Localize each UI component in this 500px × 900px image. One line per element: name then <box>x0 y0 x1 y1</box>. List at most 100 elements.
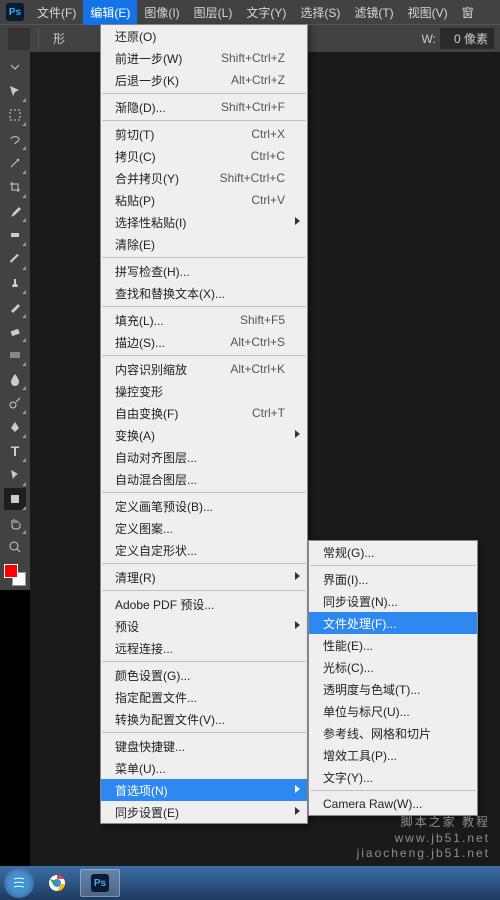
menu-select[interactable]: 选择(S) <box>293 0 347 25</box>
path-select-tool[interactable] <box>4 464 26 486</box>
edit-menu-item[interactable]: 定义画笔预设(B)... <box>101 495 307 517</box>
submenu-arrow-icon <box>293 216 301 226</box>
edit-menu-item[interactable]: 变换(A) <box>101 424 307 446</box>
width-label: W: <box>422 32 436 46</box>
edit-menu-item[interactable]: Adobe PDF 预设... <box>101 593 307 615</box>
menu-item-label: 同步设置(N)... <box>323 593 398 610</box>
edit-menu-item[interactable]: 查找和替换文本(X)... <box>101 282 307 304</box>
menu-separator <box>102 661 306 662</box>
edit-menu-item[interactable]: 清除(E) <box>101 233 307 255</box>
menu-filter[interactable]: 滤镜(T) <box>347 0 400 25</box>
menu-window[interactable]: 窗 <box>455 0 481 25</box>
menu-separator <box>102 563 306 564</box>
hand-tool[interactable] <box>4 512 26 534</box>
edit-menu-item[interactable]: 键盘快捷键... <box>101 735 307 757</box>
type-tool[interactable]: T <box>4 440 26 462</box>
prefs-menu-item[interactable]: 文字(Y)... <box>309 766 477 788</box>
prefs-menu-item[interactable]: Camera Raw(W)... <box>309 793 477 815</box>
menu-file[interactable]: 文件(F) <box>30 0 83 25</box>
menu-shortcut: Ctrl+T <box>252 406 285 420</box>
menu-item-label: 预设 <box>115 618 139 635</box>
edit-menu-item[interactable]: 粘贴(P)Ctrl+V <box>101 189 307 211</box>
start-button[interactable] <box>4 868 34 898</box>
taskbar: Ps <box>0 866 500 900</box>
expand-icon[interactable] <box>4 56 26 78</box>
edit-menu-item[interactable]: 同步设置(E) <box>101 801 307 823</box>
edit-menu-item[interactable]: 还原(O) <box>101 25 307 47</box>
prefs-menu-item[interactable]: 界面(I)... <box>309 568 477 590</box>
prefs-menu-item[interactable]: 单位与标尺(U)... <box>309 700 477 722</box>
edit-menu-item[interactable]: 定义自定形状... <box>101 539 307 561</box>
edit-menu-item[interactable]: 渐隐(D)...Shift+Ctrl+F <box>101 96 307 118</box>
color-swatch[interactable] <box>4 564 26 586</box>
edit-menu-item[interactable]: 转换为配置文件(V)... <box>101 708 307 730</box>
eyedropper-tool[interactable] <box>4 200 26 222</box>
prefs-menu-item[interactable]: 性能(E)... <box>309 634 477 656</box>
width-input[interactable]: 0 像素 <box>440 28 494 49</box>
edit-menu-item[interactable]: 内容识别缩放Alt+Ctrl+K <box>101 358 307 380</box>
zoom-tool[interactable] <box>4 536 26 558</box>
gradient-tool[interactable] <box>4 344 26 366</box>
prefs-menu-item[interactable]: 参考线、网格和切片 <box>309 722 477 744</box>
menu-separator <box>102 732 306 733</box>
edit-menu-item[interactable]: 指定配置文件... <box>101 686 307 708</box>
menu-view[interactable]: 视图(V) <box>401 0 455 25</box>
blur-tool[interactable] <box>4 368 26 390</box>
taskbar-chrome[interactable] <box>37 869 77 897</box>
edit-menu-item[interactable]: 颜色设置(G)... <box>101 664 307 686</box>
menu-shortcut: Shift+Ctrl+C <box>220 171 285 185</box>
edit-menu-item[interactable]: 自动混合图层... <box>101 468 307 490</box>
edit-menu-item[interactable]: 自动对齐图层... <box>101 446 307 468</box>
crop-tool[interactable] <box>4 176 26 198</box>
edit-menu-item[interactable]: 合并拷贝(Y)Shift+Ctrl+C <box>101 167 307 189</box>
menu-shortcut: Ctrl+V <box>251 193 285 207</box>
prefs-menu-item[interactable]: 文件处理(F)... <box>309 612 477 634</box>
menu-item-label: 转换为配置文件(V)... <box>115 711 225 728</box>
edit-menu-item[interactable]: 操控变形 <box>101 380 307 402</box>
pen-tool[interactable] <box>4 416 26 438</box>
prefs-menu-item[interactable]: 同步设置(N)... <box>309 590 477 612</box>
prefs-menu-item[interactable]: 透明度与色域(T)... <box>309 678 477 700</box>
heal-tool[interactable] <box>4 224 26 246</box>
edit-menu-item[interactable]: 描边(S)...Alt+Ctrl+S <box>101 331 307 353</box>
edit-menu-item[interactable]: 定义图案... <box>101 517 307 539</box>
stamp-tool[interactable] <box>4 272 26 294</box>
prefs-menu-item[interactable]: 常规(G)... <box>309 541 477 563</box>
edit-menu-item[interactable]: 预设 <box>101 615 307 637</box>
menu-item-label: 内容识别缩放 <box>115 361 187 378</box>
eraser-tool[interactable] <box>4 320 26 342</box>
history-brush-tool[interactable] <box>4 296 26 318</box>
wand-tool[interactable] <box>4 152 26 174</box>
menu-item-label: 同步设置(E) <box>115 804 179 821</box>
edit-menu-item[interactable]: 首选项(N) <box>101 779 307 801</box>
edit-menu-dropdown: 还原(O) 前进一步(W)Shift+Ctrl+Z后退一步(K)Alt+Ctrl+… <box>100 24 308 824</box>
menu-edit[interactable]: 编辑(E) <box>83 0 137 25</box>
move-tool[interactable] <box>4 80 26 102</box>
edit-menu-item[interactable]: 拷贝(C)Ctrl+C <box>101 145 307 167</box>
menu-image[interactable]: 图像(I) <box>137 0 186 25</box>
shape-mode-label: 形 <box>53 30 65 47</box>
edit-menu-item[interactable]: 剪切(T)Ctrl+X <box>101 123 307 145</box>
marquee-tool[interactable] <box>4 104 26 126</box>
menu-item-label: 选择性粘贴(I) <box>115 214 186 231</box>
taskbar-photoshop[interactable]: Ps <box>80 869 120 897</box>
edit-menu-item[interactable]: 菜单(U)... <box>101 757 307 779</box>
menu-layer[interactable]: 图层(L) <box>187 0 240 25</box>
shape-tool[interactable] <box>4 488 26 510</box>
edit-menu-item[interactable]: 后退一步(K)Alt+Ctrl+Z <box>101 69 307 91</box>
prefs-menu-item[interactable]: 增效工具(P)... <box>309 744 477 766</box>
edit-menu-item[interactable]: 选择性粘贴(I) <box>101 211 307 233</box>
lasso-tool[interactable] <box>4 128 26 150</box>
edit-menu-item[interactable]: 清理(R) <box>101 566 307 588</box>
edit-menu-item[interactable]: 拼写检查(H)... <box>101 260 307 282</box>
menu-type[interactable]: 文字(Y) <box>239 0 293 25</box>
tool-preset-icon[interactable] <box>8 28 30 50</box>
edit-menu-item[interactable]: 自由变换(F)Ctrl+T <box>101 402 307 424</box>
edit-menu-item[interactable]: 前进一步(W)Shift+Ctrl+Z <box>101 47 307 69</box>
menu-item-label: 还原(O) <box>115 28 156 45</box>
dodge-tool[interactable] <box>4 392 26 414</box>
edit-menu-item[interactable]: 远程连接... <box>101 637 307 659</box>
brush-tool[interactable] <box>4 248 26 270</box>
edit-menu-item[interactable]: 填充(L)...Shift+F5 <box>101 309 307 331</box>
prefs-menu-item[interactable]: 光标(C)... <box>309 656 477 678</box>
